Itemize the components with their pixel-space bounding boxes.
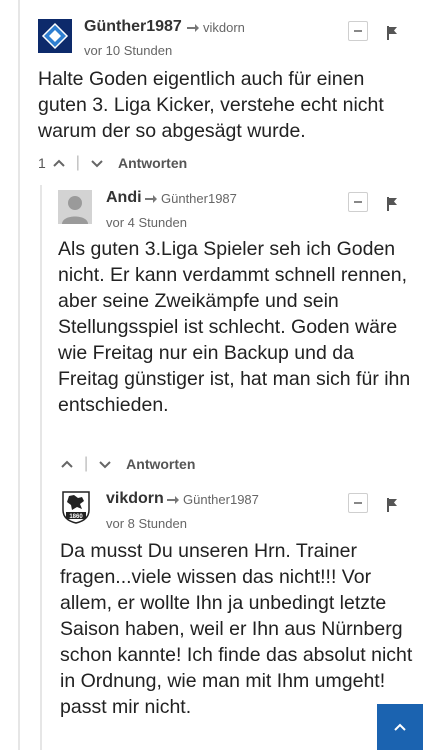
default-user-avatar-icon[interactable] xyxy=(58,190,92,224)
chevron-up-icon xyxy=(394,723,406,731)
divider: | xyxy=(84,455,89,472)
comment-text: Als guten 3.Liga Spieler seh ich Goden n… xyxy=(58,238,411,416)
comment-time[interactable]: vor 10 Stunden xyxy=(84,43,172,58)
1860-lion-crest-icon[interactable]: 1860 xyxy=(60,490,92,524)
comment-time[interactable]: vor 4 Stunden xyxy=(106,215,187,230)
comment-text: Da musst Du unseren Hrn. Trainer fragen.… xyxy=(60,540,413,718)
reply-to-link[interactable]: Günther1987 xyxy=(166,492,259,507)
flag-icon[interactable] xyxy=(386,498,398,512)
collapse-button[interactable] xyxy=(348,493,368,513)
reply-arrow-icon xyxy=(145,194,157,203)
vote-count: 1 xyxy=(38,155,46,171)
upvote-chevron-icon[interactable] xyxy=(52,157,66,169)
svg-text:1860: 1860 xyxy=(69,514,83,520)
reply-to-name: vikdorn xyxy=(203,20,245,35)
comment-andi: Andi Günther1987 vor 4 Stunden Als guten… xyxy=(0,180,428,480)
reply-to-name: Günther1987 xyxy=(161,191,237,206)
comment-text: Halte Goden eigentlich auch für einen gu… xyxy=(38,68,384,142)
comment-guenther1987: Günther1987 vikdorn vor 10 Stunden Halte… xyxy=(0,0,428,180)
reply-button[interactable]: Antworten xyxy=(118,155,187,171)
flag-icon[interactable] xyxy=(386,197,398,211)
reply-button[interactable]: Antworten xyxy=(126,456,195,472)
collapse-button[interactable] xyxy=(348,21,368,41)
comment-actions: | Antworten xyxy=(60,455,195,473)
upvote-chevron-icon[interactable] xyxy=(60,458,74,470)
comment-author[interactable]: Andi xyxy=(106,189,142,207)
downvote-chevron-icon[interactable] xyxy=(90,157,104,169)
comment-time[interactable]: vor 8 Stunden xyxy=(106,516,187,531)
reply-to-link[interactable]: Günther1987 xyxy=(144,191,237,206)
reply-arrow-icon xyxy=(167,495,179,504)
comment-vikdorn: 1860 vikdorn Günther1987 vor 8 Stunden D… xyxy=(0,480,428,750)
collapse-button[interactable] xyxy=(348,192,368,212)
scroll-to-top-button[interactable] xyxy=(377,704,423,750)
comment-author[interactable]: Günther1987 xyxy=(84,18,182,36)
reply-to-name: Günther1987 xyxy=(183,492,259,507)
comment-author[interactable]: vikdorn xyxy=(106,490,164,508)
reply-to-link[interactable]: vikdorn xyxy=(186,20,245,35)
comment-actions: 1 | Antworten xyxy=(38,154,187,172)
club-crest-blue-diamond-icon[interactable] xyxy=(38,19,72,53)
downvote-chevron-icon[interactable] xyxy=(98,458,112,470)
reply-arrow-icon xyxy=(187,23,199,32)
divider: | xyxy=(75,154,80,171)
flag-icon[interactable] xyxy=(386,26,398,40)
